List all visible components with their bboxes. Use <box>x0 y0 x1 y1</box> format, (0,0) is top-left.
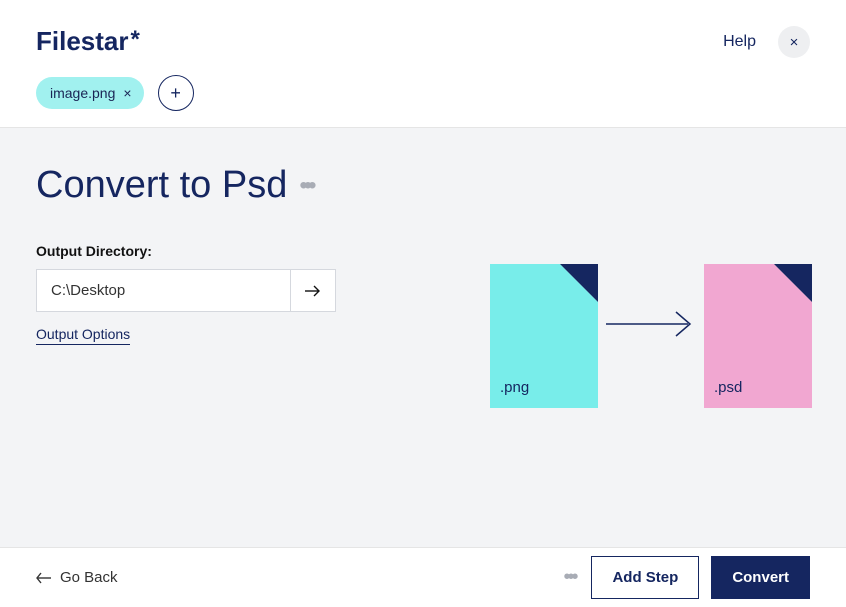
app-logo: Filestar * <box>36 26 194 57</box>
source-ext-label: .png <box>500 379 529 396</box>
app-header: Filestar * image.png × + Help × <box>0 0 846 128</box>
output-directory-group <box>36 269 336 312</box>
footer-actions: ••• Add Step Convert <box>563 556 810 599</box>
header-left: Filestar * image.png × + <box>36 26 194 111</box>
page-title: Convert to Psd <box>36 164 287 207</box>
arrow-right-icon <box>606 309 696 339</box>
browse-directory-button[interactable] <box>290 269 336 312</box>
target-file-icon: .psd <box>704 264 812 408</box>
footer-bar: Go Back ••• Add Step Convert <box>0 547 846 607</box>
convert-button[interactable]: Convert <box>711 556 810 599</box>
page-title-row: Convert to Psd ••• <box>36 164 810 207</box>
arrow-right-icon <box>304 284 322 298</box>
conversion-arrow <box>606 309 696 339</box>
file-corner-fold <box>560 264 598 302</box>
asterisk-icon: * <box>131 26 140 54</box>
close-icon: × <box>790 34 799 51</box>
file-chip[interactable]: image.png × <box>36 77 144 109</box>
conversion-diagram: .png .psd <box>490 264 812 408</box>
target-ext-label: .psd <box>714 379 742 396</box>
file-chip-row: image.png × + <box>36 75 194 111</box>
file-corner-fold <box>774 264 812 302</box>
go-back-button[interactable]: Go Back <box>36 569 118 586</box>
app-name: Filestar <box>36 26 129 57</box>
file-chip-label: image.png <box>50 85 115 101</box>
plus-icon: + <box>170 83 181 104</box>
arrow-left-icon <box>36 572 52 584</box>
footer-more-icon[interactable]: ••• <box>563 566 575 589</box>
output-directory-label: Output Directory: <box>36 243 336 259</box>
output-directory-input[interactable] <box>36 269 290 312</box>
help-link[interactable]: Help <box>723 33 756 51</box>
main-content: Convert to Psd ••• Output Directory: Out… <box>0 128 846 547</box>
close-app-button[interactable]: × <box>778 26 810 58</box>
go-back-label: Go Back <box>60 569 118 586</box>
output-options-link[interactable]: Output Options <box>36 326 130 345</box>
add-step-button[interactable]: Add Step <box>591 556 699 599</box>
header-right: Help × <box>723 26 810 58</box>
add-file-button[interactable]: + <box>158 75 194 111</box>
title-more-icon[interactable]: ••• <box>299 174 312 198</box>
remove-file-icon[interactable]: × <box>123 85 131 101</box>
output-settings: Output Directory: Output Options <box>36 243 336 344</box>
source-file-icon: .png <box>490 264 598 408</box>
